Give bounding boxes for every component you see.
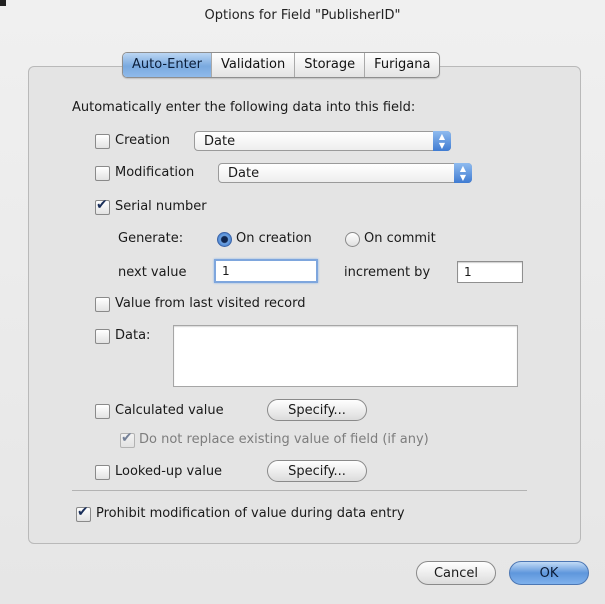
next-value-input[interactable]: 1 xyxy=(214,259,318,283)
prohibit-modification-label: Prohibit modification of value during da… xyxy=(96,506,405,521)
modification-label: Modification xyxy=(115,165,195,180)
increment-input[interactable]: 1 xyxy=(457,261,523,283)
next-value-label: next value xyxy=(118,265,187,280)
modification-checkbox[interactable] xyxy=(95,166,110,181)
calculated-value-checkbox[interactable] xyxy=(95,404,110,419)
creation-label: Creation xyxy=(115,133,171,148)
looked-up-value-checkbox[interactable] xyxy=(95,465,110,480)
creation-select-value: Date xyxy=(204,134,236,149)
calculated-specify-button[interactable]: Specify... xyxy=(267,399,367,421)
tab-auto-enter[interactable]: Auto-Enter xyxy=(123,53,212,77)
generate-label: Generate: xyxy=(118,231,184,246)
tab-furigana[interactable]: Furigana xyxy=(364,53,439,77)
tab-validation[interactable]: Validation xyxy=(211,53,294,77)
increment-label: increment by xyxy=(344,265,431,280)
serial-number-label: Serial number xyxy=(115,199,207,214)
updown-arrows-icon: ▲ ▼ xyxy=(454,163,472,183)
cancel-button[interactable]: Cancel xyxy=(416,561,496,585)
last-visited-checkbox[interactable] xyxy=(95,297,110,312)
separator xyxy=(72,490,527,491)
updown-arrows-icon: ▲ ▼ xyxy=(433,131,451,151)
modification-select-value: Date xyxy=(228,166,260,181)
dialog-window: Options for Field "PublisherID" Auto-Ent… xyxy=(0,0,605,604)
do-not-replace-label: Do not replace existing value of field (… xyxy=(139,432,429,447)
on-creation-label: On creation xyxy=(236,231,312,246)
intro-text: Automatically enter the following data i… xyxy=(72,100,416,115)
looked-up-value-label: Looked-up value xyxy=(115,464,223,479)
data-textarea[interactable] xyxy=(173,325,518,387)
on-creation-radio[interactable] xyxy=(217,232,232,247)
data-checkbox[interactable] xyxy=(95,329,110,344)
tab-bar: Auto-Enter Validation Storage Furigana xyxy=(122,52,441,78)
modification-select[interactable]: Date ▲ ▼ xyxy=(218,163,472,183)
serial-number-checkbox[interactable] xyxy=(95,197,110,215)
window-title: Options for Field "PublisherID" xyxy=(204,8,401,23)
tab-storage[interactable]: Storage xyxy=(294,53,364,77)
calculated-value-label: Calculated value xyxy=(115,403,224,418)
on-commit-radio[interactable] xyxy=(345,232,360,247)
last-visited-label: Value from last visited record xyxy=(115,296,306,311)
ok-button[interactable]: OK xyxy=(509,561,589,585)
on-commit-label: On commit xyxy=(364,231,436,246)
creation-select[interactable]: Date ▲ ▼ xyxy=(194,131,451,151)
window-corner xyxy=(0,0,6,6)
do-not-replace-checkbox[interactable] xyxy=(120,430,135,448)
looked-up-specify-button[interactable]: Specify... xyxy=(267,460,367,482)
creation-checkbox[interactable] xyxy=(95,134,110,149)
prohibit-modification-checkbox[interactable] xyxy=(76,504,91,522)
data-label: Data: xyxy=(115,328,151,343)
